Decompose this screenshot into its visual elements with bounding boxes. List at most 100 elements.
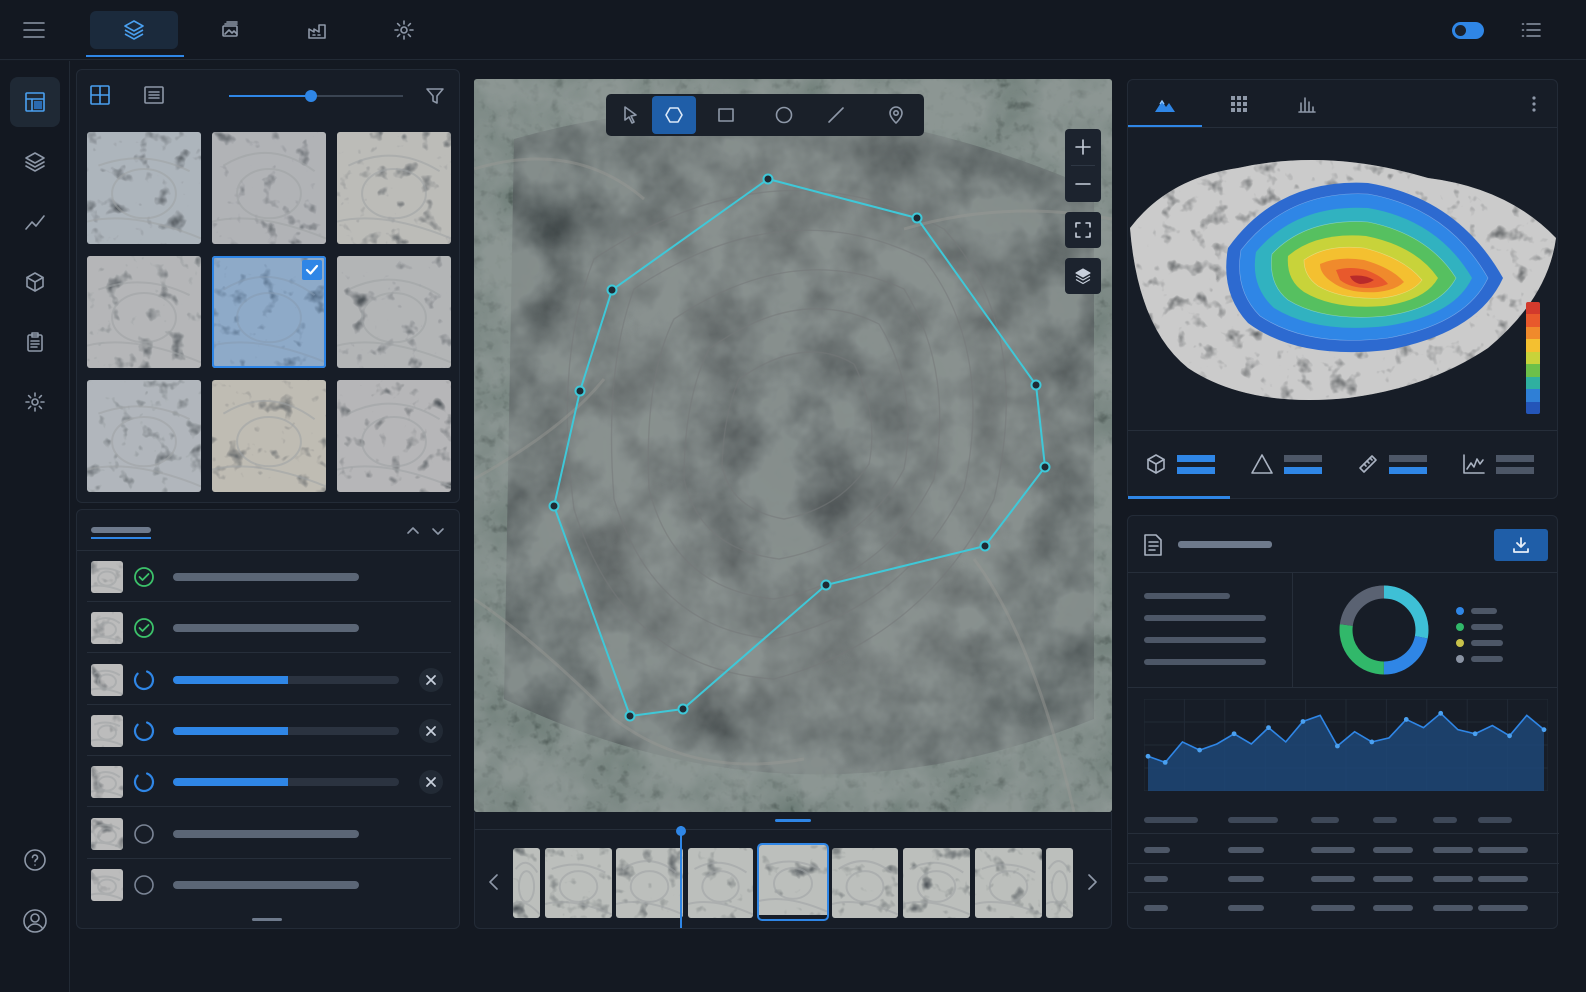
polygon-vertex[interactable]	[762, 173, 774, 185]
data-point[interactable]	[1403, 717, 1409, 722]
select-tool-button[interactable]	[608, 96, 652, 134]
polygon-tool-button[interactable]	[652, 96, 696, 134]
queue-item[interactable]	[87, 602, 451, 654]
data-point[interactable]	[1266, 725, 1271, 731]
stat-tab-volume[interactable]	[1128, 432, 1232, 496]
view-toggle[interactable]	[1452, 22, 1484, 39]
3d-volume-heatmap[interactable]	[1128, 128, 1559, 428]
queue-resize-handle[interactable]	[252, 918, 282, 921]
stat-tab-distance[interactable]	[1340, 432, 1444, 496]
polygon-vertex[interactable]	[624, 710, 636, 722]
stat-tab-area[interactable]	[1234, 432, 1338, 496]
polygon-vertex[interactable]	[820, 579, 832, 591]
filmstrip-frame[interactable]	[832, 848, 898, 918]
thumbnail-size-slider[interactable]	[229, 90, 403, 102]
analysis-tab-histogram[interactable]	[1270, 80, 1344, 128]
slider-knob[interactable]	[304, 90, 317, 102]
hamburger-icon[interactable]	[22, 19, 46, 41]
image-thumbnail[interactable]	[337, 380, 451, 492]
cancel-task-button[interactable]	[419, 770, 443, 795]
data-point[interactable]	[1369, 739, 1375, 745]
filmstrip-frame[interactable]	[903, 848, 970, 918]
data-point[interactable]	[1300, 719, 1306, 724]
collapse-up-button[interactable]	[405, 523, 421, 539]
filmstrip-handle[interactable]	[775, 819, 811, 822]
image-thumbnail[interactable]	[337, 132, 451, 244]
line-tool-button[interactable]	[814, 96, 858, 134]
tab-sites[interactable]	[273, 11, 361, 49]
filmstrip-frame[interactable]	[616, 848, 683, 918]
image-thumbnail[interactable]	[212, 380, 326, 492]
user-button[interactable]	[10, 896, 60, 946]
download-button[interactable]	[1494, 529, 1548, 561]
filmstrip-frame[interactable]	[1046, 848, 1073, 918]
data-point[interactable]	[1541, 727, 1547, 733]
list-view-button[interactable]	[143, 84, 165, 106]
trend-area-chart[interactable]	[1144, 699, 1548, 791]
data-point[interactable]	[1334, 743, 1340, 749]
image-thumbnail[interactable]	[87, 380, 201, 492]
measurement-polygon[interactable]	[474, 79, 1112, 812]
stat-tab-profile[interactable]	[1446, 432, 1550, 496]
queue-item[interactable]	[87, 859, 451, 910]
data-point[interactable]	[1231, 731, 1237, 737]
sidebar-item-gallery[interactable]	[10, 77, 60, 127]
selected-checkbox[interactable]	[302, 260, 322, 280]
grid-view-button[interactable]	[89, 84, 111, 106]
queue-item[interactable]	[87, 551, 451, 602]
rectangle-tool-button[interactable]	[704, 96, 748, 134]
pin-tool-button[interactable]	[874, 96, 918, 134]
polygon-vertex[interactable]	[574, 385, 586, 397]
analysis-tab-grid[interactable]	[1202, 80, 1276, 128]
queue-item[interactable]	[87, 756, 451, 808]
distribution-donut-chart[interactable]	[1334, 580, 1434, 680]
tab-images[interactable]	[186, 11, 274, 49]
image-thumbnail[interactable]	[212, 256, 326, 368]
filmstrip-frame[interactable]	[513, 848, 540, 918]
queue-item[interactable]	[87, 705, 451, 756]
image-thumbnail[interactable]	[212, 132, 326, 244]
map-viewport[interactable]	[474, 79, 1112, 812]
zoom-in-button[interactable]	[1065, 129, 1101, 165]
filmstrip-frame[interactable]	[688, 848, 753, 918]
fullscreen-button[interactable]	[1065, 212, 1101, 248]
help-button[interactable]	[10, 835, 60, 885]
data-point[interactable]	[1197, 747, 1203, 753]
collapse-down-button[interactable]	[430, 523, 446, 539]
table-row[interactable]	[1128, 894, 1559, 922]
sidebar-item-reports[interactable]	[10, 317, 60, 367]
polygon-vertex[interactable]	[1039, 461, 1051, 473]
analysis-tab-terrain[interactable]	[1128, 80, 1202, 128]
cancel-task-button[interactable]	[419, 718, 443, 743]
tab-settings[interactable]	[360, 11, 448, 49]
polygon-vertex[interactable]	[979, 540, 991, 552]
image-thumbnail[interactable]	[337, 256, 451, 368]
cancel-task-button[interactable]	[419, 667, 443, 692]
sidebar-item-layers[interactable]	[10, 137, 60, 187]
tab-layers[interactable]	[90, 11, 178, 49]
polygon-vertex[interactable]	[606, 284, 618, 296]
map-layers-button[interactable]	[1065, 258, 1101, 294]
more-options-button[interactable]	[1526, 94, 1542, 114]
polygon-vertex[interactable]	[911, 212, 923, 224]
circle-tool-button[interactable]	[762, 96, 806, 134]
sidebar-item-settings[interactable]	[10, 377, 60, 427]
table-row[interactable]	[1128, 865, 1559, 893]
image-thumbnail[interactable]	[87, 132, 201, 244]
list-icon[interactable]	[1520, 19, 1542, 41]
image-thumbnail[interactable]	[87, 256, 201, 368]
filmstrip-frame[interactable]	[545, 848, 612, 918]
filmstrip-next-button[interactable]	[1082, 870, 1102, 894]
filter-button[interactable]	[425, 86, 445, 106]
table-row[interactable]	[1128, 836, 1559, 864]
data-point[interactable]	[1162, 759, 1168, 765]
zoom-out-button[interactable]	[1065, 166, 1101, 202]
sidebar-item-models[interactable]	[10, 257, 60, 307]
timeline-playhead[interactable]	[676, 826, 686, 928]
sidebar-item-analytics[interactable]	[10, 197, 60, 247]
data-point[interactable]	[1507, 733, 1512, 739]
data-point[interactable]	[1472, 731, 1478, 737]
queue-item[interactable]	[87, 808, 451, 859]
filmstrip-frame[interactable]	[757, 843, 829, 921]
filmstrip-frame[interactable]	[975, 848, 1042, 918]
